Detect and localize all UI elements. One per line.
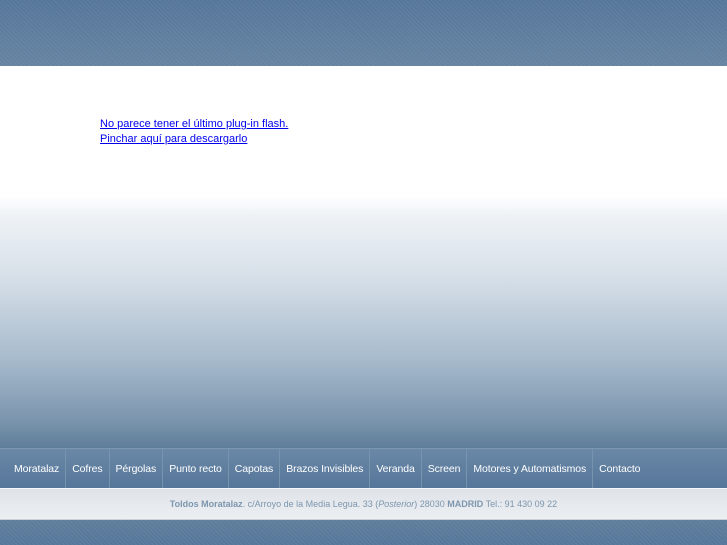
footer-postal-code: ) 28030 bbox=[414, 499, 448, 509]
nav-item-punto-recto[interactable]: Punto recto bbox=[163, 448, 229, 489]
nav-item-brazos-invisibles[interactable]: Brazos Invisibles bbox=[280, 448, 371, 489]
main-navigation: Moratalaz Cofres Pérgolas Punto recto Ca… bbox=[0, 448, 727, 489]
footer-address: c/Arroyo de la Media Legua. 33 ( bbox=[245, 499, 379, 509]
nav-item-pergolas[interactable]: Pérgolas bbox=[110, 448, 164, 489]
footer-contact-info: Toldos Moratalaz. c/Arroyo de la Media L… bbox=[0, 488, 727, 520]
nav-item-cofres[interactable]: Cofres bbox=[66, 448, 110, 489]
flash-missing-link[interactable]: No parece tener el último plug-in flash. bbox=[100, 117, 288, 132]
nav-item-veranda[interactable]: Veranda bbox=[370, 448, 422, 489]
footer-city: MADRID bbox=[447, 499, 484, 509]
footer-company-name: Toldos Moratalaz bbox=[169, 499, 243, 509]
nav-item-capotas[interactable]: Capotas bbox=[229, 448, 281, 489]
footer-phone: Tel.: 91 430 09 22 bbox=[483, 499, 558, 509]
main-content-area: No parece tener el último plug-in flash.… bbox=[0, 66, 727, 448]
nav-item-moratalaz[interactable]: Moratalaz bbox=[8, 448, 67, 489]
flash-plugin-notice: No parece tener el último plug-in flash.… bbox=[100, 117, 288, 147]
nav-item-screen[interactable]: Screen bbox=[422, 448, 468, 489]
flash-download-link[interactable]: Pinchar aquí para descargarlo bbox=[100, 132, 288, 147]
footer-address-note: Posterior bbox=[378, 499, 415, 509]
top-banner bbox=[0, 0, 727, 66]
bottom-banner bbox=[0, 520, 727, 545]
nav-item-contacto[interactable]: Contacto bbox=[593, 449, 646, 489]
nav-item-motores-automatismos[interactable]: Motores y Automatismos bbox=[467, 448, 594, 489]
